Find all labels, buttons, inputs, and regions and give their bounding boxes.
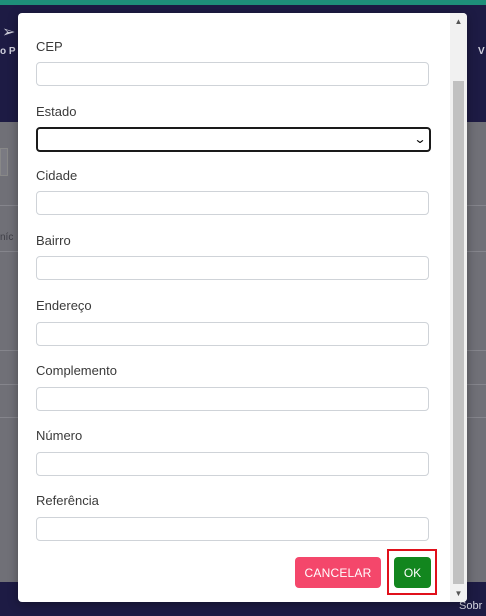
background-control — [0, 148, 8, 176]
referencia-label: Referência — [36, 493, 99, 508]
bairro-label: Bairro — [36, 233, 71, 248]
cancel-button[interactable]: CANCELAR — [295, 557, 381, 588]
scroll-up-arrow-icon[interactable]: ▲ — [450, 13, 467, 30]
endereco-input[interactable] — [36, 322, 429, 346]
bairro-input[interactable] — [36, 256, 429, 280]
address-modal: CEP Estado ⌄ Cidade Bairro Endereço Comp… — [18, 13, 467, 602]
modal-scrollbar[interactable]: ▲ ▼ — [450, 13, 467, 602]
numero-label: Número — [36, 428, 83, 443]
estado-label: Estado — [36, 104, 77, 119]
send-icon: ➢ — [2, 24, 16, 41]
scroll-down-arrow-icon[interactable]: ▼ — [450, 585, 467, 602]
nav-item-right: V — [478, 46, 485, 57]
table-column-header: níc — [0, 232, 14, 243]
cep-input[interactable] — [36, 62, 429, 86]
numero-input[interactable] — [36, 452, 429, 476]
complemento-label: Complemento — [36, 363, 117, 378]
chevron-down-icon: ⌄ — [413, 132, 427, 146]
cidade-input[interactable] — [36, 191, 429, 215]
cidade-label: Cidade — [36, 168, 78, 183]
scrollbar-thumb[interactable] — [453, 81, 464, 584]
nav-item-left: o P — [0, 46, 16, 57]
estado-select[interactable]: ⌄ — [36, 127, 431, 152]
complemento-input[interactable] — [36, 387, 429, 411]
endereco-label: Endereço — [36, 298, 92, 313]
cep-label: CEP — [36, 39, 63, 54]
ok-button[interactable]: OK — [394, 557, 431, 588]
address-form: CEP Estado ⌄ Cidade Bairro Endereço Comp… — [18, 13, 450, 602]
referencia-input[interactable] — [36, 517, 429, 541]
